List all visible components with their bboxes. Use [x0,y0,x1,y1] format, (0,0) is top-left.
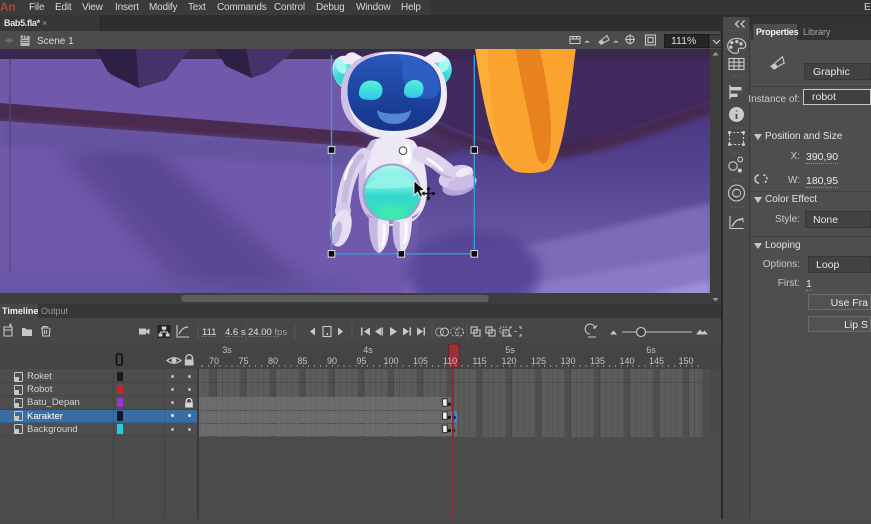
svg-text:6s: 6s [646,345,656,355]
svg-text:3s: 3s [222,345,232,355]
svg-text:5s: 5s [505,345,515,355]
svg-text:Scene 1: Scene 1 [37,36,74,47]
svg-text:4s: 4s [363,345,373,355]
